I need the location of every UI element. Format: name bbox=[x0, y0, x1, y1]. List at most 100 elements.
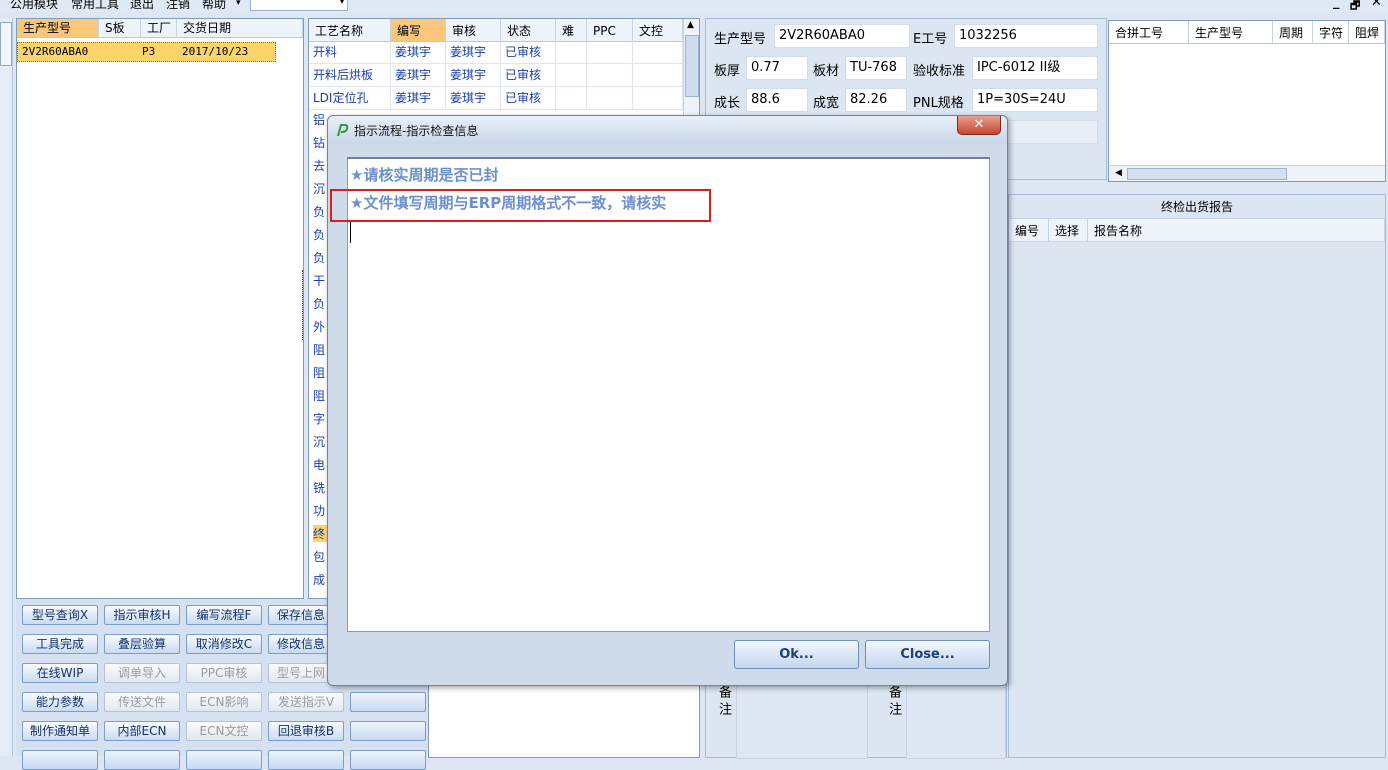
internal-ecn-button[interactable]: 内部ECN bbox=[104, 721, 180, 741]
stackup-check-button[interactable]: 叠层验算 bbox=[104, 634, 180, 654]
model-query-button[interactable]: 型号查询X bbox=[22, 605, 98, 625]
table-row[interactable]: 开料后烘板 姜琪宇 姜琪宇 已审核 bbox=[309, 64, 683, 87]
col-factory[interactable]: 工厂 bbox=[141, 19, 177, 37]
instruction-review-button[interactable]: 指示审核H bbox=[104, 605, 180, 625]
help-dropdown-icon[interactable]: ▾ bbox=[236, 0, 241, 8]
col-difficulty[interactable]: 难 bbox=[556, 19, 587, 41]
partial-process-row[interactable]: 负 bbox=[313, 249, 325, 266]
partial-process-row[interactable]: 负 bbox=[313, 226, 325, 243]
col-report-name[interactable]: 报告名称 bbox=[1088, 219, 1385, 241]
col-report-select[interactable]: 选择 bbox=[1049, 219, 1088, 241]
col-status[interactable]: 状态 bbox=[501, 19, 556, 41]
online-wip-button[interactable]: 在线WIP bbox=[22, 663, 98, 683]
partial-process-row[interactable]: 铣 bbox=[313, 479, 325, 496]
blank-button-3[interactable] bbox=[350, 750, 426, 770]
table-row[interactable]: LDI定位孔 姜琪宇 姜琪宇 已审核 bbox=[309, 87, 683, 110]
menu-public-module[interactable]: 公用模块 bbox=[10, 0, 58, 12]
close-button[interactable]: Close... bbox=[865, 640, 990, 669]
col-doc-control[interactable]: 文控 bbox=[633, 19, 683, 41]
partial-process-row[interactable]: 负 bbox=[313, 295, 325, 312]
send-instruction-button[interactable]: 发送指示V bbox=[268, 692, 344, 712]
col-report-no[interactable]: 编号 bbox=[1009, 219, 1049, 241]
menu-help[interactable]: 帮助 bbox=[202, 0, 226, 12]
restore-icon[interactable]: 🗗 bbox=[1350, 0, 1360, 12]
splitter-handle[interactable] bbox=[302, 270, 307, 340]
partial-process-row[interactable]: 钻 bbox=[313, 134, 325, 151]
col-merge-model[interactable]: 生产型号 bbox=[1189, 21, 1273, 43]
ework-field[interactable]: 1032256 bbox=[954, 24, 1098, 48]
partial-process-row[interactable]: 负 bbox=[313, 203, 325, 220]
material-field[interactable]: TU-768 bbox=[845, 56, 907, 80]
blank-button-5[interactable] bbox=[104, 750, 180, 770]
partial-process-row[interactable]: 成 bbox=[313, 571, 325, 588]
partial-process-row[interactable]: 功 bbox=[313, 502, 325, 519]
col-model[interactable]: 生产型号 bbox=[17, 19, 99, 37]
col-writer[interactable]: 编写 bbox=[391, 19, 446, 41]
partial-process-row[interactable]: 字 bbox=[313, 410, 325, 427]
length-field[interactable]: 88.6 bbox=[746, 88, 808, 112]
ppc-review-button[interactable]: PPC审核 bbox=[186, 663, 262, 683]
col-ppc[interactable]: PPC bbox=[587, 19, 633, 41]
ecn-impact-button[interactable]: ECN影响 bbox=[186, 692, 262, 712]
partial-process-row[interactable]: 包 bbox=[313, 548, 325, 565]
blank-button-4[interactable] bbox=[22, 750, 98, 770]
ecn-doc-control-button[interactable]: ECN文控 bbox=[186, 721, 262, 741]
menu-common-tools[interactable]: 常用工具 bbox=[71, 0, 119, 12]
partial-process-row[interactable]: 沉 bbox=[313, 433, 325, 450]
col-s-board[interactable]: S板 bbox=[99, 19, 141, 37]
partial-process-row[interactable]: 阻 bbox=[313, 341, 325, 358]
blank-button-2[interactable] bbox=[350, 721, 426, 741]
partial-process-row[interactable]: 阻 bbox=[313, 387, 325, 404]
close-app-icon[interactable]: ✕ bbox=[1371, 0, 1382, 10]
write-flow-button[interactable]: 编写流程F bbox=[186, 605, 262, 625]
capability-params-button[interactable]: 能力参数 bbox=[22, 692, 98, 712]
menu-combo-box[interactable]: ▾ bbox=[250, 0, 348, 11]
col-cycle[interactable]: 周期 bbox=[1273, 21, 1313, 43]
side-collapse-tab[interactable] bbox=[0, 22, 12, 66]
table-row[interactable]: 开料 姜琪宇 姜琪宇 已审核 bbox=[309, 41, 683, 64]
remarks-field-right[interactable] bbox=[906, 683, 1006, 759]
partial-process-row[interactable]: 外 bbox=[313, 318, 325, 335]
menu-exit[interactable]: 退出 bbox=[130, 0, 154, 12]
blank-button-7[interactable] bbox=[268, 750, 344, 770]
model-field[interactable]: 2V2R60ABA0 bbox=[774, 24, 910, 48]
scroll-left-icon[interactable]: ◀ bbox=[1115, 168, 1122, 178]
col-delivery-date[interactable]: 交货日期 bbox=[177, 19, 303, 37]
message-textarea[interactable]: ★请核实周期是否已封 ★文件填写周期与ERP周期格式不一致，请核实 bbox=[347, 157, 990, 632]
table-row[interactable]: 2V2R60ABA0 P3 2017/10/23 bbox=[17, 42, 276, 62]
col-solder-mask[interactable]: 阻焊 bbox=[1349, 21, 1385, 43]
menu-logout[interactable]: 注销 bbox=[166, 0, 190, 12]
standard-field[interactable]: IPC-6012 II级 bbox=[972, 56, 1098, 80]
cancel-modify-button[interactable]: 取消修改C bbox=[186, 634, 262, 654]
width-field[interactable]: 82.26 bbox=[845, 88, 907, 112]
transfer-file-button[interactable]: 传送文件 bbox=[104, 692, 180, 712]
dialog-titlebar[interactable]: 指示流程-指示检查信息 ✕ bbox=[328, 116, 1007, 144]
minimize-icon[interactable]: _ bbox=[1333, 0, 1340, 10]
tool-complete-button[interactable]: 工具完成 bbox=[22, 634, 98, 654]
partial-process-row[interactable]: 阻 bbox=[313, 364, 325, 381]
ok-button[interactable]: Ok... bbox=[734, 640, 859, 669]
scroll-thumb[interactable] bbox=[685, 35, 699, 97]
col-merge-job[interactable]: 合拼工号 bbox=[1109, 21, 1189, 43]
thickness-field[interactable]: 0.77 bbox=[746, 56, 808, 80]
col-reviewer[interactable]: 审核 bbox=[446, 19, 501, 41]
remarks-field-left[interactable] bbox=[736, 683, 868, 759]
import-order-button[interactable]: 调单导入 bbox=[104, 663, 180, 683]
partial-process-row[interactable]: 干 bbox=[313, 272, 325, 289]
combo-dropdown-icon[interactable]: ▾ bbox=[340, 0, 344, 6]
dialog-close-icon[interactable]: ✕ bbox=[957, 116, 1001, 135]
pnl-field[interactable]: 1P=30S=24U bbox=[972, 88, 1098, 112]
partial-process-row[interactable]: 电 bbox=[313, 456, 325, 473]
blank-button-1[interactable] bbox=[350, 692, 426, 712]
col-character[interactable]: 字符 bbox=[1313, 21, 1349, 43]
col-process-name[interactable]: 工艺名称 bbox=[309, 19, 391, 41]
partial-process-row[interactable]: 铝 bbox=[313, 111, 325, 128]
scroll-up-icon[interactable]: ▲ bbox=[687, 20, 694, 30]
partial-process-row[interactable]: 去 bbox=[313, 157, 325, 174]
production-notice-button[interactable]: 制作通知单 bbox=[22, 721, 98, 741]
merge-scroll-thumb[interactable] bbox=[1127, 168, 1287, 180]
rollback-review-button[interactable]: 回退审核B bbox=[268, 721, 344, 741]
merge-hscrollbar[interactable]: ◀ bbox=[1109, 165, 1385, 181]
blank-button-6[interactable] bbox=[186, 750, 262, 770]
partial-process-row[interactable]: 沉 bbox=[313, 180, 325, 197]
